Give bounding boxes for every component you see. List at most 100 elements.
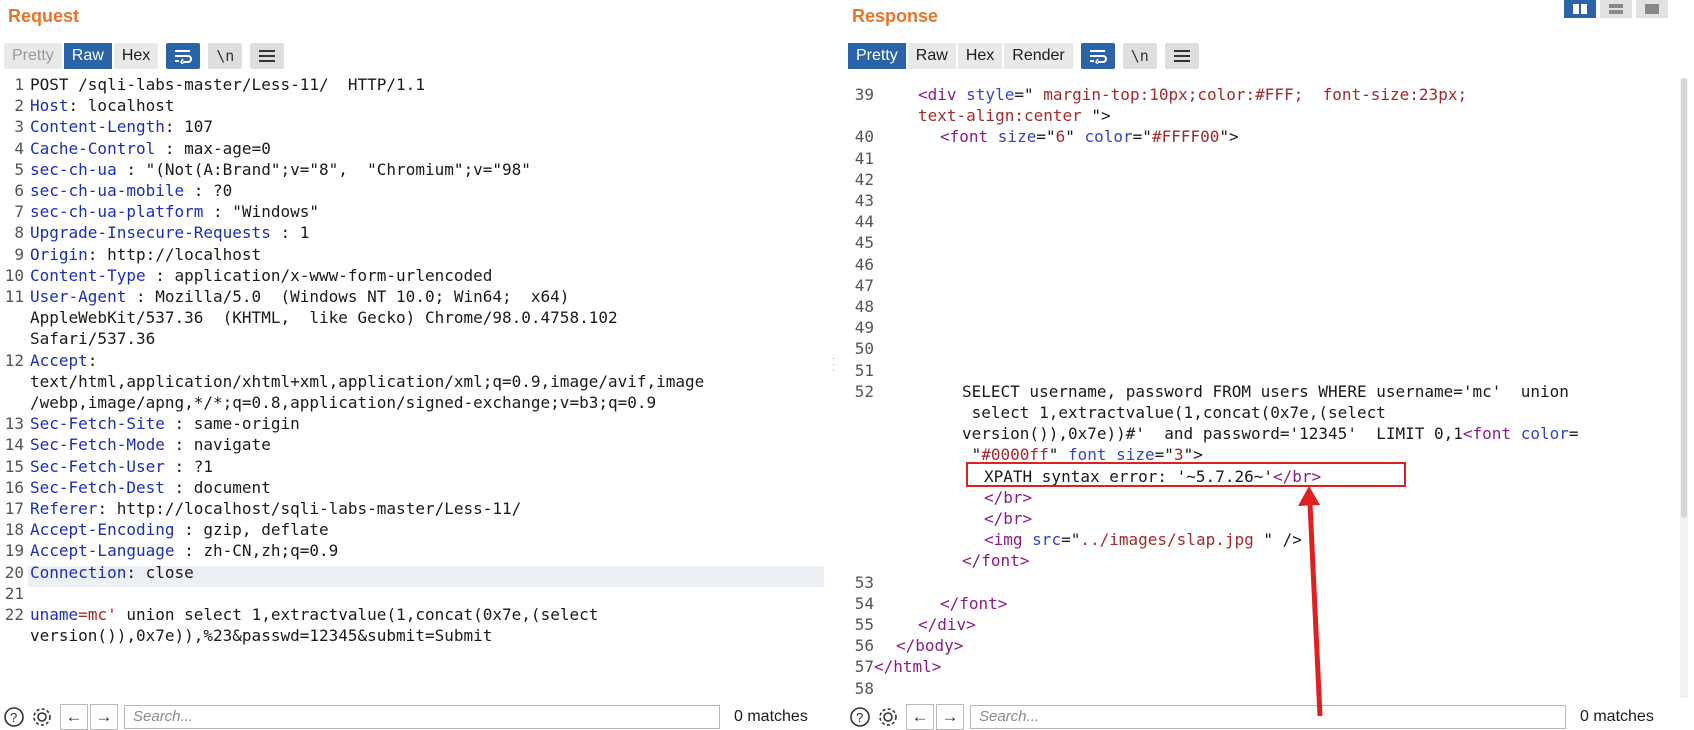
tab-raw[interactable]: Raw <box>907 43 956 69</box>
code-line: </br> <box>984 508 1032 529</box>
line-number: 1 <box>14 75 24 94</box>
code-token: : same-origin <box>164 414 300 434</box>
line-number: 11 <box>4 287 24 306</box>
code-token: color <box>1520 424 1569 444</box>
response-search-input[interactable]: Search... <box>970 705 1566 729</box>
menu-icon[interactable] <box>1164 43 1199 69</box>
line-number: 15 <box>4 456 24 476</box>
help-icon[interactable]: ? <box>0 704 28 730</box>
request-search-input[interactable]: Search... <box>124 705 720 729</box>
code-token: Safari/537.36 <box>30 329 156 349</box>
wrap-icon[interactable] <box>166 43 201 69</box>
request-toolbar: Pretty Raw Hex \n <box>4 42 285 70</box>
code-line: text-align:center "> <box>918 105 1111 126</box>
code-token: =" <box>1132 127 1152 147</box>
code-token: Host <box>30 96 69 116</box>
line-number: 58 <box>854 678 874 698</box>
line-number: 48 <box>854 297 874 316</box>
code-token: Referer <box>30 499 98 518</box>
code-token: <div <box>918 85 967 104</box>
code-token: src <box>1032 530 1062 550</box>
svg-text:?: ? <box>10 710 17 725</box>
error-highlight-box <box>966 462 1406 487</box>
menu-icon[interactable] <box>250 43 285 69</box>
code-token: </font> <box>962 551 1030 571</box>
code-line: <div style=" margin-top:10px;color:#FFF;… <box>918 84 1467 105</box>
code-line: Cache-Control : max-age=0 <box>30 138 271 159</box>
help-icon[interactable]: ? <box>846 704 874 730</box>
code-token: : "Windows" <box>203 202 319 222</box>
code-token: "> <box>1091 106 1111 126</box>
code-token: = <box>1568 424 1579 444</box>
line-number: 10 <box>4 265 24 285</box>
code-token: : gzip, deflate <box>174 520 329 540</box>
code-line: sec-ch-ua : "(Not(A:Brand";v="8", "Chrom… <box>30 159 531 180</box>
code-token: sec-ch-ua-mobile <box>30 181 185 200</box>
tab-raw[interactable]: Raw <box>63 43 112 69</box>
code-token: </br> <box>984 509 1033 528</box>
code-line: Sec-Fetch-User : ?1 <box>30 456 213 477</box>
code-token: : 1 <box>270 223 310 243</box>
arrow-right-icon[interactable]: → <box>936 704 964 730</box>
tab-render[interactable]: Render <box>1004 43 1073 69</box>
layout-split-icon[interactable] <box>1564 0 1596 18</box>
code-token: Connection <box>30 562 127 582</box>
code-token: mc' <box>87 605 117 624</box>
line-number: 22 <box>4 605 24 624</box>
panel-divider[interactable] <box>826 0 846 730</box>
tab-hex[interactable]: Hex <box>957 43 1003 69</box>
code-line: </br> <box>984 487 1032 508</box>
line-number: 45 <box>854 233 874 253</box>
code-token: : localhost <box>68 96 175 116</box>
gear-icon[interactable] <box>28 704 56 730</box>
tab-hex[interactable]: Hex <box>113 43 159 69</box>
code-token: Accept-Encoding <box>30 520 175 540</box>
arrow-left-icon[interactable]: ← <box>906 704 934 730</box>
layout-tabs-icon[interactable] <box>1636 0 1668 18</box>
code-token: size <box>997 127 1037 147</box>
line-number: 40 <box>854 127 874 147</box>
code-token: ../images/slap.jpg <box>1080 530 1254 550</box>
code-line: Referer: http://localhost/sqli-labs-mast… <box>30 498 521 519</box>
code-token: : navigate <box>164 435 271 455</box>
code-token: =" <box>1014 85 1034 104</box>
code-line: Accept-Encoding : gzip, deflate <box>30 519 329 540</box>
line-number: 16 <box>4 477 24 497</box>
code-line: Accept-Language : zh-CN,zh;q=0.9 <box>30 540 338 561</box>
code-line: Host: localhost <box>30 95 175 116</box>
code-line: text/html,application/xhtml+xml,applicat… <box>30 371 704 392</box>
code-token: Content-Length <box>30 117 165 137</box>
code-token: </div> <box>918 615 976 634</box>
tab-pretty[interactable]: Pretty <box>848 43 906 69</box>
gear-icon[interactable] <box>874 704 902 730</box>
drag-handle-icon[interactable]: · · · <box>832 354 836 376</box>
code-line: Connection: close <box>30 562 194 583</box>
newline-toggle-button[interactable]: \n <box>1122 43 1157 69</box>
response-scrollbar[interactable] <box>1680 78 1688 698</box>
line-number: 53 <box>854 572 874 592</box>
request-title: Request <box>8 6 80 26</box>
code-token: Upgrade-Insecure-Requests <box>30 223 271 243</box>
code-line: Safari/537.36 <box>30 328 155 349</box>
code-line: </body> <box>896 635 963 656</box>
scrollbar-thumb[interactable] <box>1681 78 1687 518</box>
code-token: <img <box>984 530 1033 550</box>
code-token: " <box>1065 127 1085 147</box>
line-number: 21 <box>4 583 24 603</box>
arrow-left-icon[interactable]: ← <box>60 704 88 730</box>
code-token: version()),0x7e))#' and password='12345'… <box>962 424 1463 444</box>
code-token: select 1,extractvalue(1,concat(0x7e,(sel… <box>962 403 1386 422</box>
wrap-icon[interactable] <box>1080 43 1115 69</box>
layout-horizontal-icon[interactable] <box>1600 0 1632 18</box>
code-token: #FFFF00 <box>1151 127 1220 147</box>
line-number: 8 <box>14 223 24 243</box>
newline-toggle-button[interactable]: \n <box>208 43 243 69</box>
code-line: Sec-Fetch-Dest : document <box>30 477 271 498</box>
code-token: Accept-Language <box>30 541 175 561</box>
tab-pretty[interactable]: Pretty <box>4 43 62 69</box>
response-search-bar: ? ← → Search... 0 matches <box>846 704 1654 730</box>
arrow-right-icon[interactable]: → <box>90 704 118 730</box>
code-token: sec-ch-ua-platform <box>30 202 204 222</box>
line-number: 56 <box>854 636 874 656</box>
code-token: =" <box>1061 530 1081 550</box>
